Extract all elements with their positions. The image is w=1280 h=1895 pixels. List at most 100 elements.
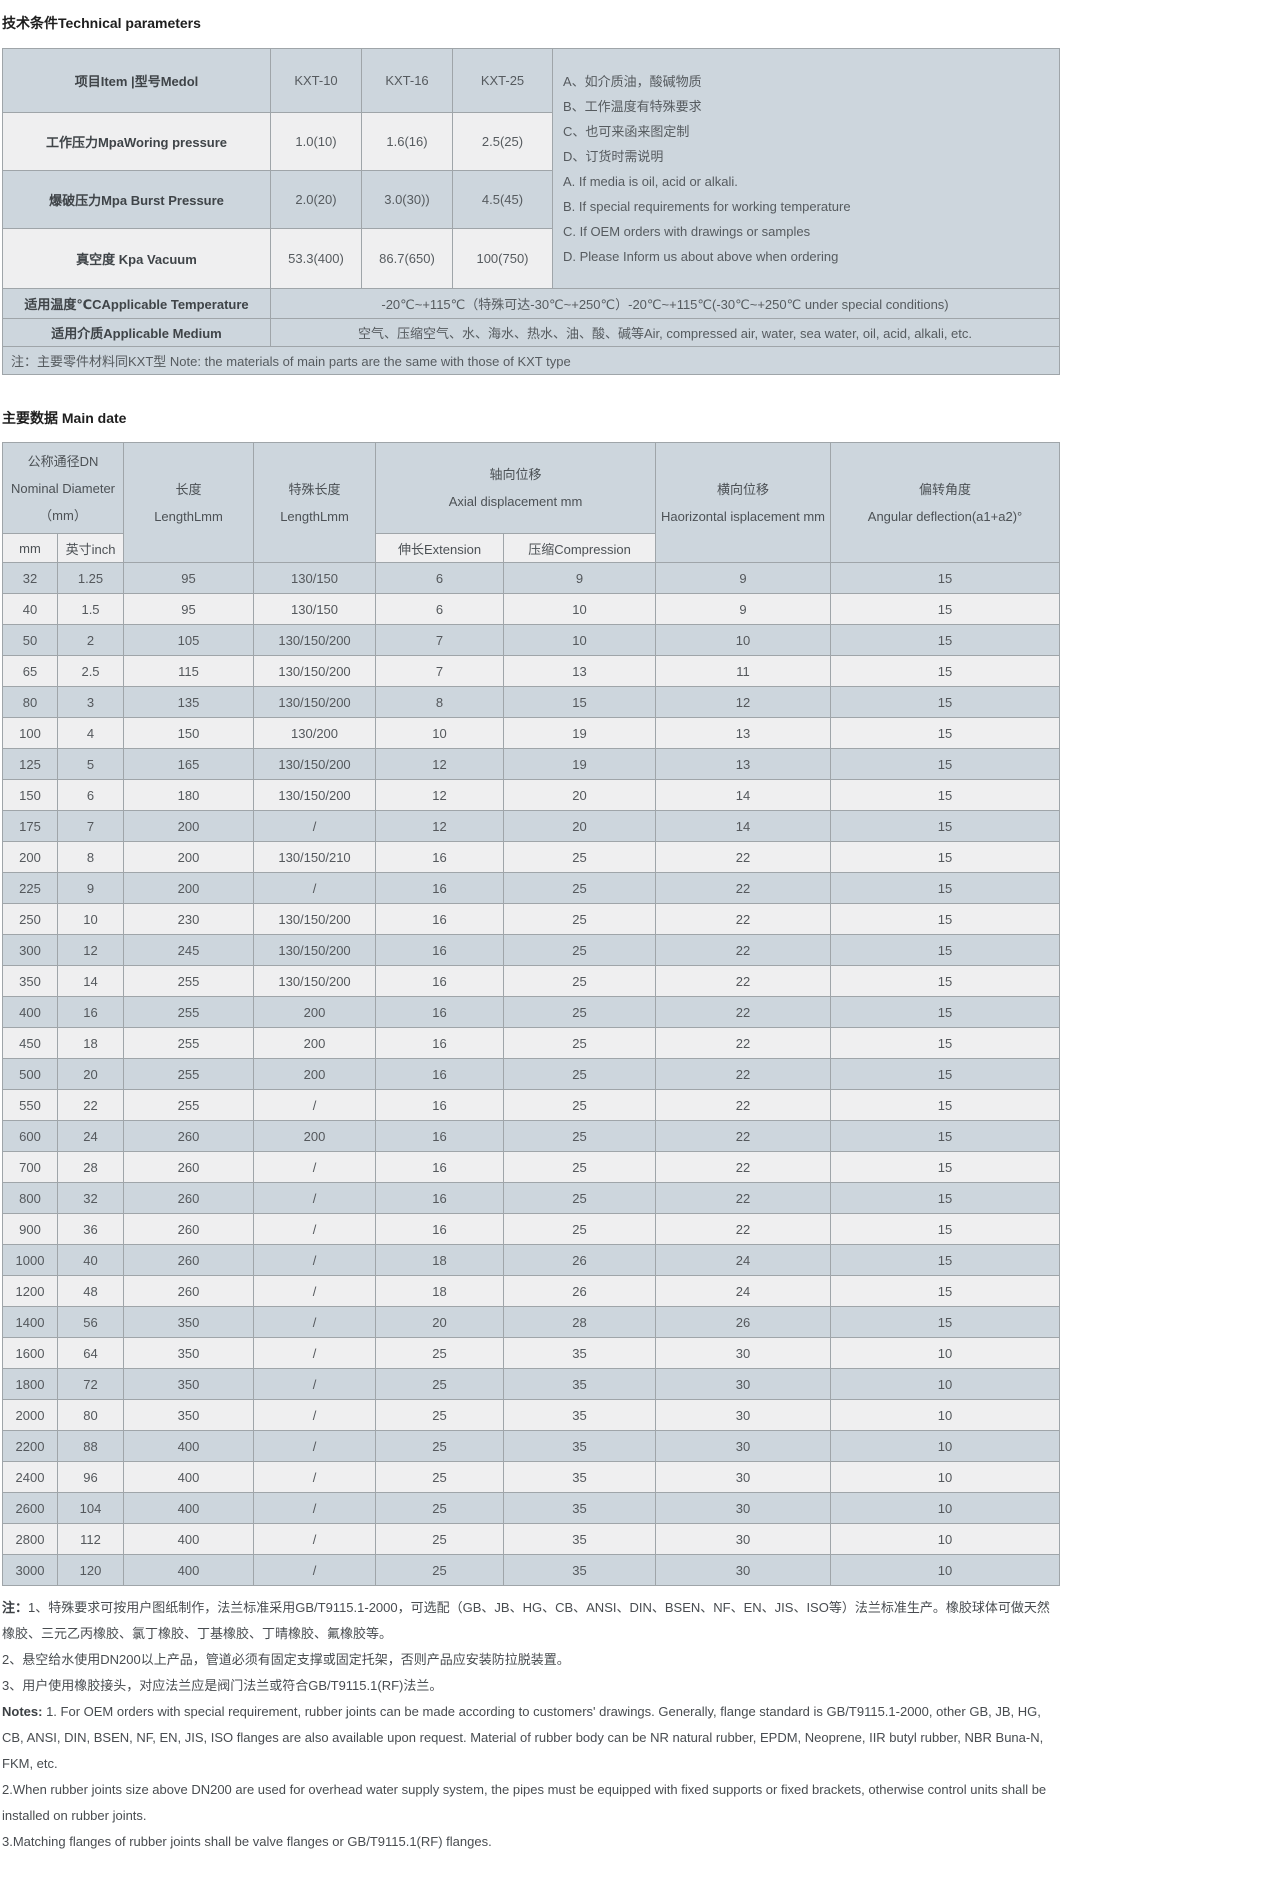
table-cell: 19	[504, 749, 656, 780]
table-cell: 16	[58, 997, 124, 1028]
note-paragraph: 3.Matching flanges of rubber joints shal…	[2, 1829, 1059, 1855]
working-pressure-label: 工作压力MpaWoring pressure	[3, 113, 271, 171]
table-cell: 25	[504, 904, 656, 935]
table-cell: 80	[3, 687, 58, 718]
table-cell: 7	[376, 625, 504, 656]
table-row: 适用介质Applicable Medium 空气、压缩空气、水、海水、热水、油、…	[3, 319, 1060, 347]
table-row: 140056350/20282615	[3, 1307, 1060, 1338]
table-cell: 200	[254, 1059, 376, 1090]
table-cell: 25	[504, 842, 656, 873]
table-cell: 20	[504, 811, 656, 842]
table-cell: 12	[656, 687, 831, 718]
table-cell: 130/150	[254, 594, 376, 625]
table-cell: 25	[376, 1369, 504, 1400]
table-cell: 5	[58, 749, 124, 780]
table-cell: 15	[831, 1183, 1060, 1214]
table-cell: 80	[58, 1400, 124, 1431]
table-cell: 25	[504, 997, 656, 1028]
table-cell: 250	[3, 904, 58, 935]
table-cell: 600	[3, 1121, 58, 1152]
table-cell: 15	[831, 594, 1060, 625]
table-cell: 130/150	[254, 563, 376, 594]
table-cell: 16	[376, 935, 504, 966]
table-cell: 25	[504, 966, 656, 997]
table-cell: 16	[376, 1183, 504, 1214]
table-cell: 7	[58, 811, 124, 842]
table-cell: 28	[58, 1152, 124, 1183]
table-cell: /	[254, 1462, 376, 1493]
table-cell: 15	[831, 1307, 1060, 1338]
table-cell: 22	[656, 1183, 831, 1214]
table-cell: 150	[124, 718, 254, 749]
table-cell: 2.5	[58, 656, 124, 687]
table-cell: 200	[124, 811, 254, 842]
table-row: 项目Item |型号Medol KXT-10 KXT-16 KXT-25 A、如…	[3, 49, 1060, 113]
special-length-header: 特殊长度 LengthLmm	[254, 443, 376, 563]
table-cell: 400	[124, 1493, 254, 1524]
table-cell: /	[254, 1524, 376, 1555]
table-cell: 200	[124, 873, 254, 904]
main-data-table: 公称通径DN Nominal Diameter （mm） 长度 LengthLm…	[2, 442, 1060, 1586]
table-cell: 28	[504, 1307, 656, 1338]
table-cell: 22	[656, 904, 831, 935]
table-cell: 19	[504, 718, 656, 749]
table-row: 80032260/16252215	[3, 1183, 1060, 1214]
model-kxt16: KXT-16	[362, 49, 453, 113]
table-cell: 225	[3, 873, 58, 904]
table-cell: 400	[124, 1524, 254, 1555]
remark-line: B、工作温度有特殊要求	[563, 94, 1049, 119]
table-row: 25010230130/150/20016252215	[3, 904, 1060, 935]
table-cell: 100(750)	[453, 229, 553, 289]
table-cell: 4.5(45)	[453, 171, 553, 229]
table-cell: 30	[656, 1462, 831, 1493]
table-cell: 15	[831, 656, 1060, 687]
table-cell: 120	[58, 1555, 124, 1586]
table-cell: 15	[831, 1276, 1060, 1307]
table-cell: 25	[504, 1183, 656, 1214]
table-cell: 13	[504, 656, 656, 687]
table-row: 1004150130/20010191315	[3, 718, 1060, 749]
table-cell: /	[254, 1369, 376, 1400]
table-cell: 14	[656, 811, 831, 842]
table-cell: 25	[504, 1152, 656, 1183]
table-cell: 35	[504, 1462, 656, 1493]
mm-subheader: mm	[3, 534, 58, 563]
dn-header: 公称通径DN Nominal Diameter （mm）	[3, 443, 124, 534]
table-cell: 12	[376, 780, 504, 811]
table-cell: 22	[656, 873, 831, 904]
table-row: 2800112400/25353010	[3, 1524, 1060, 1555]
table-cell: 10	[831, 1400, 1060, 1431]
table-cell: 20	[58, 1059, 124, 1090]
remark-line: D. Please Inform us about above when ord…	[563, 244, 1049, 269]
table-cell: 104	[58, 1493, 124, 1524]
table-cell: 25	[504, 873, 656, 904]
tech-table-note: 注：主要零件材料同KXT型 Note: the materials of mai…	[3, 347, 1060, 375]
table-cell: 15	[831, 780, 1060, 811]
table-cell: 9	[504, 563, 656, 594]
table-cell: 53.3(400)	[271, 229, 362, 289]
table-cell: /	[254, 1214, 376, 1245]
table-cell: 22	[656, 997, 831, 1028]
table-cell: 1.25	[58, 563, 124, 594]
table-cell: 10	[831, 1369, 1060, 1400]
table-cell: 15	[831, 873, 1060, 904]
table-cell: 10	[504, 625, 656, 656]
table-cell: 400	[3, 997, 58, 1028]
table-cell: 26	[656, 1307, 831, 1338]
table-cell: 9	[58, 873, 124, 904]
table-cell: 180	[124, 780, 254, 811]
table-cell: 32	[58, 1183, 124, 1214]
table-cell: /	[254, 811, 376, 842]
table-row: 5002025520016252215	[3, 1059, 1060, 1090]
tech-params-title: 技术条件Technical parameters	[2, 14, 1064, 32]
table-cell: 22	[656, 1214, 831, 1245]
table-cell: 16	[376, 997, 504, 1028]
table-row: 70028260/16252215	[3, 1152, 1060, 1183]
table-cell: 16	[376, 1028, 504, 1059]
note-paragraph: 2、悬空给水使用DN200以上产品，管道必须有固定支撑或固定托架，否则产品应安装…	[2, 1647, 1059, 1673]
table-cell: 3.0(30))	[362, 171, 453, 229]
note-prefix: 注：	[2, 1600, 28, 1615]
table-cell: 350	[3, 966, 58, 997]
table-cell: 200	[3, 842, 58, 873]
item-model-header: 项目Item |型号Medol	[3, 49, 271, 113]
